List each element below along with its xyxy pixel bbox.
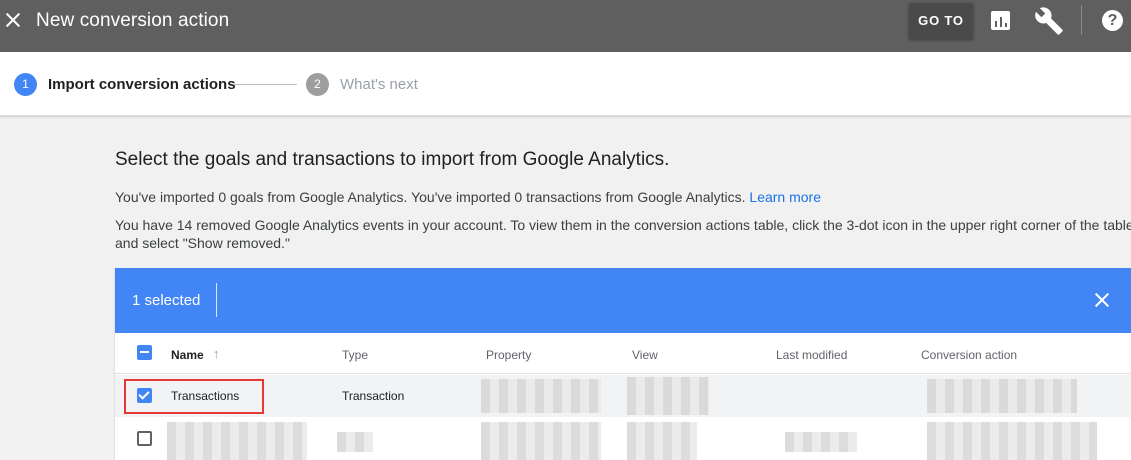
step-connector [233,84,297,85]
selection-bar: 1 selected [115,268,1131,333]
step-1-label: Import conversion actions [48,76,236,93]
redacted-property [481,422,601,460]
column-name[interactable]: Name [171,348,204,362]
row-checkbox[interactable] [137,431,152,446]
wrench-icon[interactable] [1034,6,1064,36]
step-1-indicator: 1 [14,73,37,96]
redacted-conversion-action [927,422,1097,460]
step-2-label: What's next [340,76,418,93]
step-2-indicator: 2 [306,73,329,96]
redacted-conversion-action [927,379,1077,413]
table-header: Name ↑ Type Property View Last modified … [115,333,1131,374]
import-summary: You've imported 0 goals from Google Anal… [115,188,821,206]
highlight-annotation [124,379,264,414]
row-type: Transaction [342,389,405,403]
redacted-view [627,377,709,415]
removed-notice: You have 14 removed Google Analytics eve… [115,217,1131,251]
section-heading: Select the goals and transactions to imp… [115,149,670,170]
column-type[interactable]: Type [342,348,368,362]
learn-more-link[interactable]: Learn more [749,189,821,205]
redacted-property [481,379,601,413]
reports-icon[interactable] [986,6,1016,36]
column-property[interactable]: Property [486,348,531,362]
import-table: 1 selected Name ↑ Type Property View Las… [115,268,1131,460]
import-summary-text: You've imported 0 goals from Google Anal… [115,189,746,205]
stepper: 1 Import conversion actions 2 What's nex… [0,52,1131,116]
column-last-modified[interactable]: Last modified [776,348,847,362]
select-all-checkbox[interactable] [137,345,152,360]
redacted-type [337,432,373,452]
selection-count: 1 selected [132,292,201,309]
top-app-bar: New conversion action GO TO ? [0,0,1131,52]
close-icon[interactable] [3,10,23,30]
help-icon[interactable]: ? [1098,6,1128,36]
redacted-view [627,422,697,460]
redacted-last-modified [785,432,857,452]
column-view[interactable]: View [632,348,658,362]
toolbar-divider [1081,5,1082,35]
table-row[interactable]: Transactions Transaction [115,375,1131,417]
column-conversion-action[interactable]: Conversion action [921,348,1017,362]
clear-selection-icon[interactable] [1093,291,1111,309]
selection-divider [216,283,217,317]
sort-arrow-icon[interactable]: ↑ [213,346,220,361]
table-row[interactable] [115,418,1131,460]
go-to-button[interactable]: GO TO [909,3,973,39]
redacted-name [167,422,307,460]
page-title: New conversion action [36,10,230,31]
